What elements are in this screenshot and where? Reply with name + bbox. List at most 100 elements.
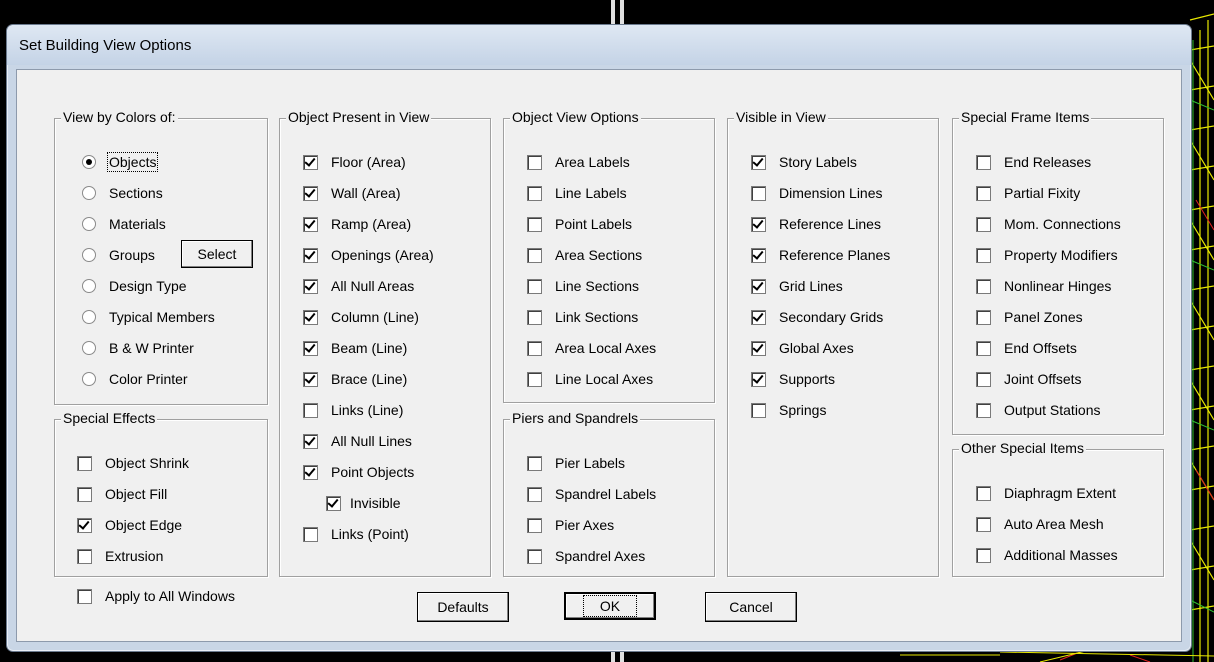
checkbox-icon[interactable] bbox=[527, 185, 542, 201]
checkbox-icon[interactable] bbox=[77, 517, 92, 533]
radio-materials[interactable]: Materials bbox=[82, 213, 166, 235]
checkbox-icon[interactable] bbox=[976, 371, 991, 387]
radio-button-icon[interactable] bbox=[82, 217, 96, 231]
checkbox-additional-masses[interactable]: Additional Masses bbox=[976, 544, 1118, 566]
radio-design-type[interactable]: Design Type bbox=[82, 275, 187, 297]
checkbox-diaphragm-extent[interactable]: Diaphragm Extent bbox=[976, 482, 1116, 504]
radio-button-icon[interactable] bbox=[82, 372, 96, 386]
checkbox-icon[interactable] bbox=[527, 455, 542, 471]
checkbox-reference-planes[interactable]: Reference Planes bbox=[751, 244, 890, 266]
radio-typical-members[interactable]: Typical Members bbox=[82, 306, 215, 328]
checkbox-icon[interactable] bbox=[303, 309, 318, 325]
checkbox-icon[interactable] bbox=[77, 486, 92, 502]
checkbox-output-stations[interactable]: Output Stations bbox=[976, 399, 1101, 421]
radio-color-printer[interactable]: Color Printer bbox=[82, 368, 188, 390]
select-groups-button[interactable]: Select bbox=[181, 240, 253, 268]
checkbox-global-axes[interactable]: Global Axes bbox=[751, 337, 854, 359]
radio-button-icon[interactable] bbox=[82, 155, 96, 169]
checkbox-partial-fixity[interactable]: Partial Fixity bbox=[976, 182, 1080, 204]
checkbox-panel-zones[interactable]: Panel Zones bbox=[976, 306, 1083, 328]
checkbox-icon[interactable] bbox=[976, 547, 991, 563]
checkbox-links-line[interactable]: Links (Line) bbox=[303, 399, 403, 421]
checkbox-area-local-axes[interactable]: Area Local Axes bbox=[527, 337, 656, 359]
checkbox-icon[interactable] bbox=[527, 340, 542, 356]
checkbox-wall-area[interactable]: Wall (Area) bbox=[303, 182, 401, 204]
defaults-button[interactable]: Defaults bbox=[417, 592, 509, 622]
checkbox-object-fill[interactable]: Object Fill bbox=[77, 483, 167, 505]
checkbox-icon[interactable] bbox=[303, 154, 318, 170]
checkbox-icon[interactable] bbox=[303, 402, 318, 418]
checkbox-pier-axes[interactable]: Pier Axes bbox=[527, 514, 614, 536]
checkbox-point-objects[interactable]: Point Objects bbox=[303, 461, 414, 483]
checkbox-line-labels[interactable]: Line Labels bbox=[527, 182, 627, 204]
checkbox-icon[interactable] bbox=[751, 402, 766, 418]
checkbox-icon[interactable] bbox=[326, 495, 341, 511]
radio-objects[interactable]: Objects bbox=[82, 151, 159, 173]
checkbox-pier-labels[interactable]: Pier Labels bbox=[527, 452, 625, 474]
checkbox-icon[interactable] bbox=[751, 340, 766, 356]
checkbox-icon[interactable] bbox=[527, 371, 542, 387]
radio-bw-printer[interactable]: B & W Printer bbox=[82, 337, 194, 359]
checkbox-apply-to-all-windows[interactable]: Apply to All Windows bbox=[77, 585, 235, 607]
checkbox-icon[interactable] bbox=[527, 548, 542, 564]
checkbox-icon[interactable] bbox=[976, 154, 991, 170]
checkbox-icon[interactable] bbox=[527, 517, 542, 533]
checkbox-invisible[interactable]: Invisible bbox=[326, 492, 401, 514]
checkbox-icon[interactable] bbox=[751, 247, 766, 263]
checkbox-icon[interactable] bbox=[976, 340, 991, 356]
checkbox-icon[interactable] bbox=[751, 371, 766, 387]
checkbox-icon[interactable] bbox=[303, 433, 318, 449]
ok-button[interactable]: OK bbox=[564, 592, 656, 620]
checkbox-ramp-area[interactable]: Ramp (Area) bbox=[303, 213, 411, 235]
checkbox-icon[interactable] bbox=[303, 185, 318, 201]
checkbox-floor-area[interactable]: Floor (Area) bbox=[303, 151, 406, 173]
checkbox-icon[interactable] bbox=[303, 340, 318, 356]
checkbox-icon[interactable] bbox=[527, 216, 542, 232]
checkbox-icon[interactable] bbox=[751, 278, 766, 294]
checkbox-dimension-lines[interactable]: Dimension Lines bbox=[751, 182, 883, 204]
checkbox-icon[interactable] bbox=[976, 216, 991, 232]
checkbox-icon[interactable] bbox=[976, 278, 991, 294]
checkbox-icon[interactable] bbox=[527, 486, 542, 502]
checkbox-icon[interactable] bbox=[77, 588, 92, 604]
radio-button-icon[interactable] bbox=[82, 310, 96, 324]
checkbox-icon[interactable] bbox=[976, 485, 991, 501]
checkbox-mom-connections[interactable]: Mom. Connections bbox=[976, 213, 1121, 235]
radio-button-icon[interactable] bbox=[82, 186, 96, 200]
checkbox-icon[interactable] bbox=[303, 371, 318, 387]
checkbox-icon[interactable] bbox=[751, 216, 766, 232]
checkbox-icon[interactable] bbox=[751, 185, 766, 201]
checkbox-icon[interactable] bbox=[527, 278, 542, 294]
checkbox-icon[interactable] bbox=[303, 216, 318, 232]
checkbox-reference-lines[interactable]: Reference Lines bbox=[751, 213, 881, 235]
checkbox-icon[interactable] bbox=[976, 247, 991, 263]
checkbox-spandrel-axes[interactable]: Spandrel Axes bbox=[527, 545, 645, 567]
checkbox-all-null-lines[interactable]: All Null Lines bbox=[303, 430, 412, 452]
checkbox-icon[interactable] bbox=[303, 247, 318, 263]
checkbox-secondary-grids[interactable]: Secondary Grids bbox=[751, 306, 883, 328]
checkbox-icon[interactable] bbox=[303, 464, 318, 480]
dialog-titlebar[interactable]: Set Building View Options bbox=[7, 25, 1191, 65]
radio-groups[interactable]: Groups bbox=[82, 244, 155, 266]
checkbox-spandrel-labels[interactable]: Spandrel Labels bbox=[527, 483, 656, 505]
checkbox-icon[interactable] bbox=[527, 309, 542, 325]
checkbox-story-labels[interactable]: Story Labels bbox=[751, 151, 857, 173]
checkbox-icon[interactable] bbox=[77, 455, 92, 471]
checkbox-icon[interactable] bbox=[976, 516, 991, 532]
checkbox-openings-area[interactable]: Openings (Area) bbox=[303, 244, 434, 266]
checkbox-link-sections[interactable]: Link Sections bbox=[527, 306, 638, 328]
checkbox-brace-line[interactable]: Brace (Line) bbox=[303, 368, 407, 390]
checkbox-icon[interactable] bbox=[77, 548, 92, 564]
checkbox-icon[interactable] bbox=[751, 309, 766, 325]
checkbox-auto-area-mesh[interactable]: Auto Area Mesh bbox=[976, 513, 1104, 535]
checkbox-column-line[interactable]: Column (Line) bbox=[303, 306, 419, 328]
checkbox-icon[interactable] bbox=[527, 154, 542, 170]
checkbox-beam-line[interactable]: Beam (Line) bbox=[303, 337, 407, 359]
checkbox-object-edge[interactable]: Object Edge bbox=[77, 514, 182, 536]
checkbox-extrusion[interactable]: Extrusion bbox=[77, 545, 163, 567]
checkbox-point-labels[interactable]: Point Labels bbox=[527, 213, 632, 235]
checkbox-icon[interactable] bbox=[303, 278, 318, 294]
checkbox-end-releases[interactable]: End Releases bbox=[976, 151, 1091, 173]
checkbox-all-null-areas[interactable]: All Null Areas bbox=[303, 275, 414, 297]
checkbox-icon[interactable] bbox=[527, 247, 542, 263]
